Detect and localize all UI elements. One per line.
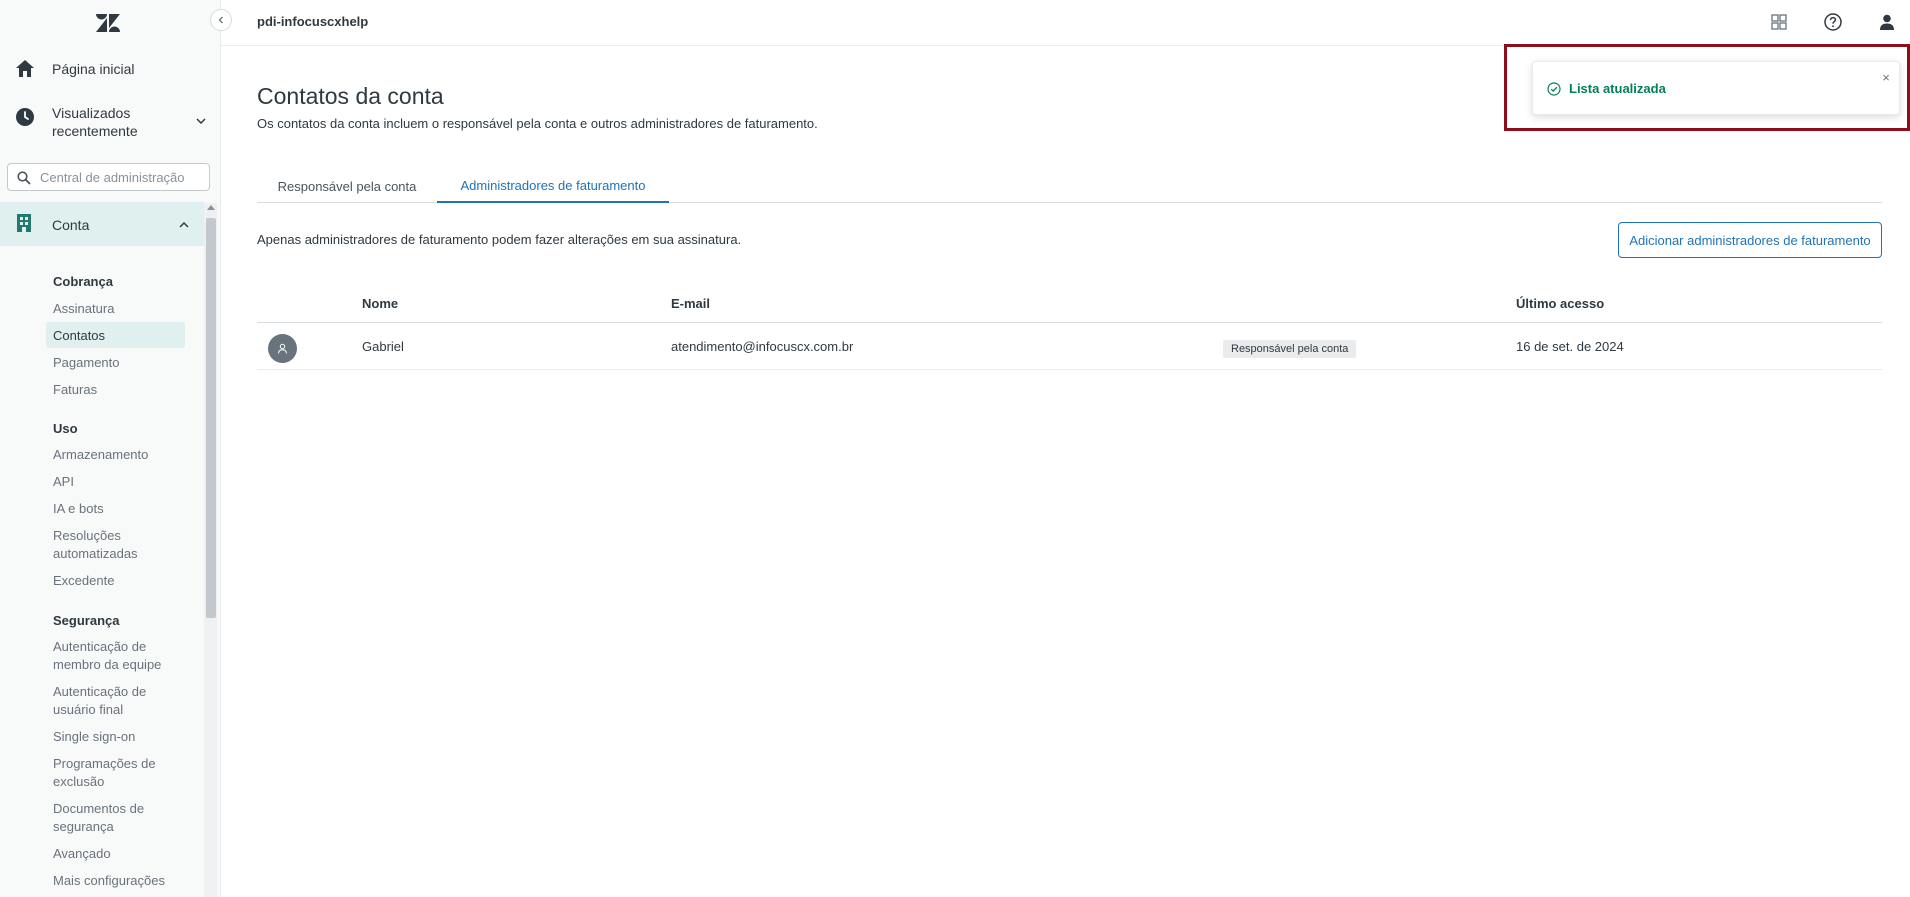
page-subtitle: Os contatos da conta incluem o responsáv… — [257, 116, 818, 131]
chevron-up-icon[interactable] — [178, 219, 190, 231]
sidebar-item-invoices[interactable]: Faturas — [53, 381, 193, 399]
sidebar-item-end-user-auth[interactable]: Autenticação de usuário final — [53, 683, 153, 719]
status-badge: Responsável pela conta — [1223, 340, 1357, 358]
sidebar-scrollbar-thumb[interactable] — [206, 218, 216, 618]
sidebar-item-api[interactable]: API — [53, 473, 193, 491]
cell-last-access: 16 de set. de 2024 — [1516, 339, 1624, 354]
sidebar-item-security-docs[interactable]: Documentos de segurança — [53, 800, 153, 836]
account-name: pdi-infocuscxhelp — [257, 14, 369, 29]
chevron-left-icon — [218, 16, 223, 24]
page-title: Contatos da conta — [257, 83, 444, 109]
sidebar-item-subscription[interactable]: Assinatura — [53, 300, 193, 318]
admin-search-field[interactable] — [7, 163, 210, 191]
help-icon[interactable] — [1823, 12, 1843, 32]
sidebar-item-sso[interactable]: Single sign-on — [53, 728, 193, 746]
sidebar-item-payment[interactable]: Pagamento — [53, 354, 193, 372]
nav-account[interactable]: Conta — [0, 202, 204, 246]
cell-email: atendimento@infocuscx.com.br — [671, 339, 854, 354]
nav-recently-viewed[interactable]: Visualizados recentemente — [0, 104, 220, 144]
sidebar-item-advanced[interactable]: Avançado — [53, 845, 193, 863]
nav-account-label: Conta — [52, 217, 90, 233]
sidebar-item-contacts[interactable]: Contatos — [53, 327, 193, 345]
user-profile-icon[interactable] — [1877, 12, 1897, 32]
nav-recent-label-2: recentemente — [52, 123, 138, 139]
nav-home[interactable]: Página inicial — [0, 58, 220, 82]
zendesk-logo-icon[interactable] — [96, 13, 120, 33]
section-title-security: Segurança — [53, 613, 120, 628]
table-row[interactable]: Gabriel atendimento@infocuscx.com.br Res… — [257, 323, 1882, 370]
column-header-last-access[interactable]: Último acesso — [1516, 296, 1604, 311]
search-input[interactable] — [40, 168, 205, 186]
toast-notification: Lista atualizada × — [1532, 61, 1900, 115]
sidebar-item-ai-bots[interactable]: IA e bots — [53, 500, 193, 518]
sidebar-item-storage[interactable]: Armazenamento — [53, 446, 193, 464]
toast-message: Lista atualizada — [1569, 81, 1666, 96]
column-header-name[interactable]: Nome — [362, 296, 398, 311]
close-icon[interactable]: × — [1879, 71, 1893, 85]
products-grid-icon[interactable] — [1769, 12, 1789, 32]
billing-notice: Apenas administradores de faturamento po… — [257, 232, 742, 247]
chevron-down-icon[interactable] — [195, 115, 207, 127]
add-billing-admins-button[interactable]: Adicionar administradores de faturamento — [1618, 222, 1882, 258]
section-title-billing: Cobrança — [53, 274, 113, 289]
avatar — [268, 334, 297, 363]
sidebar-item-team-auth[interactable]: Autenticação de membro da equipe — [53, 638, 173, 674]
collapse-sidebar-button[interactable] — [210, 9, 232, 31]
sidebar-item-more-settings[interactable]: Mais configurações — [53, 872, 193, 890]
app-window: Página inicial Visualizados recentemente — [0, 0, 1910, 897]
top-bar: pdi-infocuscxhelp — [221, 0, 1910, 46]
tab-list: Responsável pela conta Administradores d… — [257, 170, 1882, 203]
home-icon — [16, 60, 34, 77]
sidebar-item-automated-resolutions[interactable]: Resoluções automatizadas — [53, 527, 153, 563]
sidebar-item-overage[interactable]: Excedente — [53, 572, 193, 590]
building-icon — [17, 214, 31, 232]
search-icon — [17, 171, 31, 185]
nav-recent-label-1: Visualizados — [52, 105, 131, 121]
tab-billing-admins[interactable]: Administradores de faturamento — [437, 170, 669, 203]
check-circle-icon — [1547, 82, 1561, 96]
sidebar-item-deletion-schedules[interactable]: Programações de exclusão — [53, 755, 163, 791]
user-avatar-icon — [278, 343, 287, 354]
sidebar: Página inicial Visualizados recentemente — [0, 0, 221, 897]
cell-name: Gabriel — [362, 339, 404, 354]
scroll-up-arrow-icon[interactable] — [207, 205, 215, 210]
section-title-usage: Uso — [53, 421, 78, 436]
clock-icon — [16, 108, 34, 126]
nav-home-label: Página inicial — [52, 61, 135, 77]
column-header-email[interactable]: E-mail — [671, 296, 710, 311]
tab-account-owner[interactable]: Responsável pela conta — [257, 170, 437, 203]
